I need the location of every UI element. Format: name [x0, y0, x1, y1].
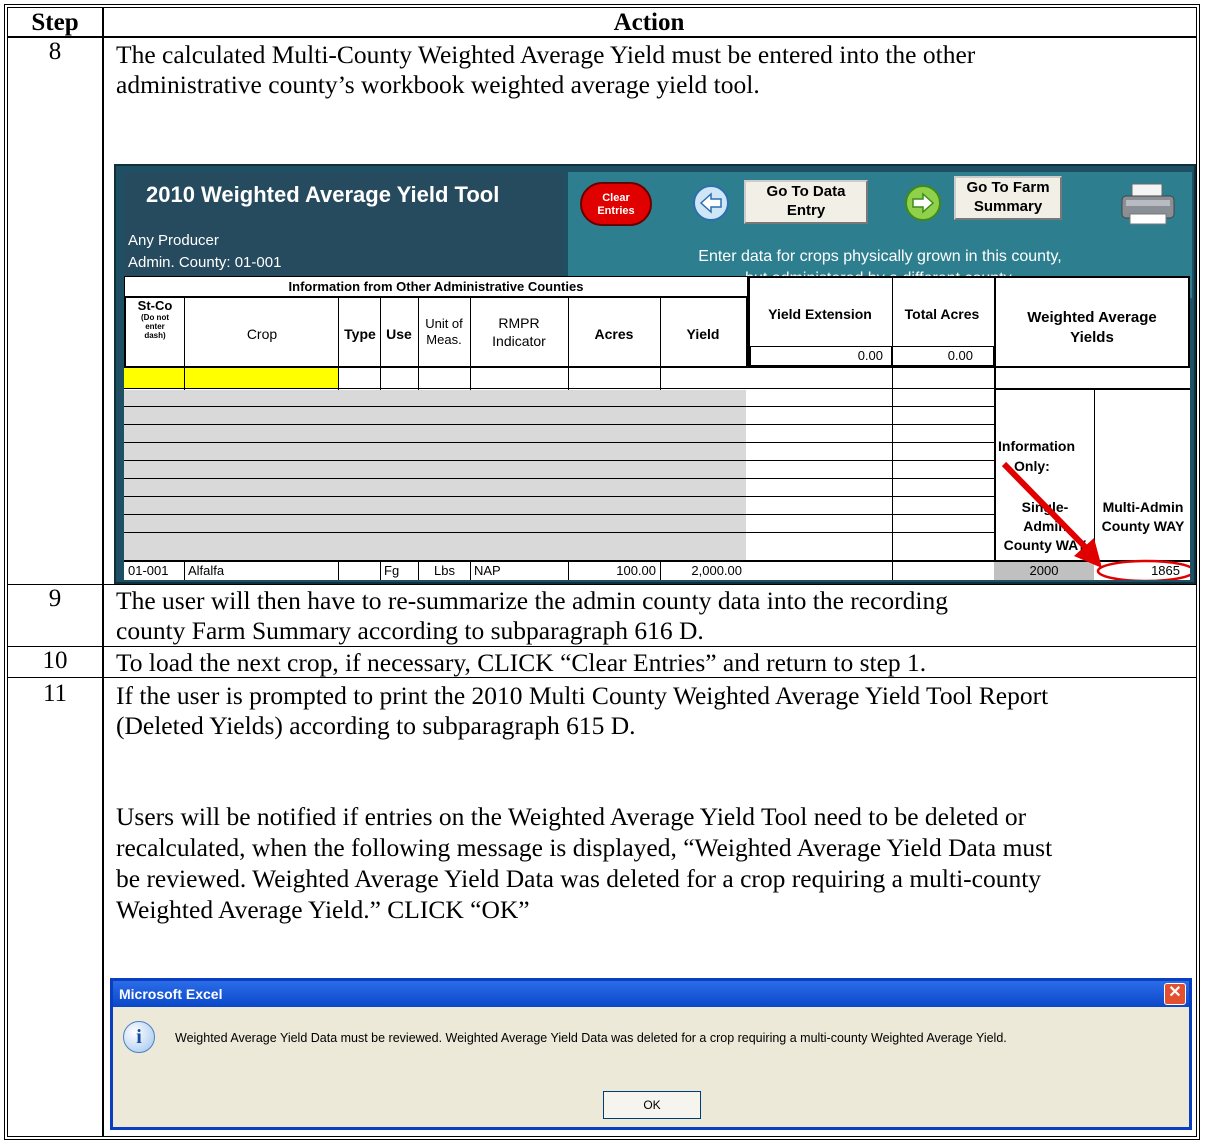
step-11-p2-line-3: be reviewed. Weighted Average Yield Data…	[116, 864, 1042, 893]
step-9-text: The user will then have to re-summarize …	[116, 586, 1192, 646]
step-number-11: 11	[42, 680, 68, 707]
go-to-data-entry-button[interactable]: Go To Data Entry	[744, 180, 868, 224]
red-arrow-annotation	[1001, 461, 1190, 580]
step-11-p2-line-1: Users will be notified if entries on the…	[116, 802, 1027, 831]
go-to-farm-line-2: Summary	[973, 198, 1043, 215]
dialog-title-bar: Microsoft Excel ✕	[113, 981, 1189, 1007]
info-icon: i	[123, 1021, 155, 1053]
step-8-text: The calculated Multi-County Weighted Ave…	[116, 40, 1192, 100]
clear-entries-button[interactable]: Clear Entries	[580, 182, 652, 226]
clear-btn-line-1: Clear	[602, 192, 630, 204]
step-10-text: To load the next crop, if necessary, CLI…	[116, 648, 1192, 678]
instruction-line-1: Enter data for crops physically grown in…	[698, 248, 1062, 265]
step-11-p2-line-4: Weighted Average Yield.” CLICK “OK”	[116, 895, 530, 924]
producer-name: Any Producer	[128, 232, 219, 249]
dialog-title: Microsoft Excel	[119, 986, 223, 1002]
row-divider-11	[8, 677, 1196, 678]
back-arrow-icon[interactable]	[692, 184, 730, 222]
step-11-line-2: (Deleted Yields) according to subparagra…	[116, 711, 636, 740]
step-11-p2-line-2: recalculated, when the following message…	[116, 833, 1053, 862]
step-8-line-2: administrative county’s workbook weighte…	[116, 70, 760, 99]
step-10-line-1: To load the next crop, if necessary, CLI…	[116, 648, 927, 677]
ok-button[interactable]: OK	[603, 1091, 701, 1119]
table-header-row: Step Action	[8, 8, 1196, 38]
go-to-farm-line-1: Go To Farm	[966, 179, 1050, 196]
row-divider-9	[8, 584, 1196, 585]
weighted-average-yield-tool-screenshot: 2010 Weighted Average Yield Tool Any Pro…	[114, 164, 1196, 584]
procedure-table: Step Action 8 The calculated Multi-Count…	[4, 4, 1200, 1140]
tool-title: 2010 Weighted Average Yield Tool	[146, 182, 500, 207]
step-11-line-1: If the user is prompted to print the 201…	[116, 681, 1049, 710]
clear-btn-line-2: Entries	[597, 205, 635, 217]
go-to-data-line-1: Go To Data	[766, 183, 846, 200]
row-divider-10	[8, 646, 1196, 647]
column-divider	[102, 8, 104, 1136]
go-to-data-line-2: Entry	[786, 202, 826, 219]
step-number-8: 8	[48, 38, 62, 65]
step-11-text: If the user is prompted to print the 201…	[116, 681, 1192, 741]
printer-icon[interactable]	[1118, 182, 1178, 228]
go-to-farm-summary-button[interactable]: Go To Farm Summary	[954, 176, 1062, 220]
step-11-paragraph-2: Users will be notified if entries on the…	[116, 801, 1192, 925]
action-header: Action	[613, 9, 685, 36]
step-9-line-2: county Farm Summary according to subpara…	[116, 616, 704, 645]
excel-message-dialog: Microsoft Excel ✕ i Weighted Average Yie…	[110, 978, 1192, 1130]
tool-title-box: 2010 Weighted Average Yield Tool Any Pro…	[124, 172, 564, 276]
close-icon[interactable]: ✕	[1164, 983, 1186, 1005]
step-number-9: 9	[48, 585, 62, 612]
step-header: Step	[31, 9, 79, 36]
step-8-line-1: The calculated Multi-County Weighted Ave…	[116, 40, 976, 69]
admin-county: Admin. County: 01-001	[128, 254, 282, 271]
step-9-line-1: The user will then have to re-summarize …	[116, 586, 949, 615]
forward-arrow-icon[interactable]	[904, 184, 942, 222]
dialog-message: Weighted Average Yield Data must be revi…	[175, 1031, 1007, 1045]
step-number-10: 10	[42, 647, 68, 674]
tool-data-grid: Information from Other Administrative Co…	[124, 276, 1190, 580]
